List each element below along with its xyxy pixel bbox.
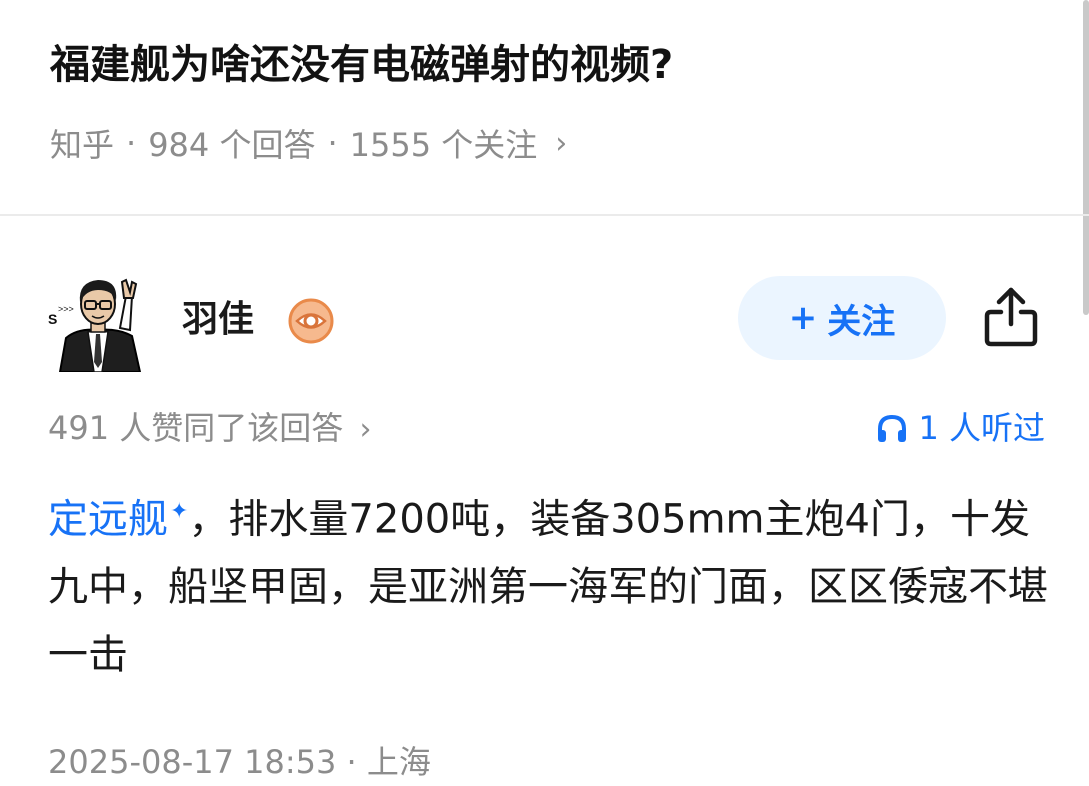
meta-separator: · bbox=[126, 124, 137, 162]
avatar[interactable]: S >>> bbox=[48, 268, 148, 373]
chevron-right-icon: › bbox=[555, 125, 568, 161]
sparkle-icon: ✦ bbox=[170, 499, 189, 524]
listened-text: 1 人听过 bbox=[918, 409, 1045, 447]
plus-icon: + bbox=[788, 298, 818, 338]
source-label: 知乎 bbox=[50, 126, 115, 164]
scrollbar[interactable] bbox=[1083, 0, 1089, 315]
answer-count: 984 个回答 bbox=[148, 126, 316, 164]
follow-button[interactable]: + 关注 bbox=[738, 276, 946, 360]
keyword-link[interactable]: 定远舰 bbox=[48, 496, 168, 542]
headphones-icon bbox=[878, 414, 907, 442]
svg-text:>>>: >>> bbox=[58, 304, 74, 314]
chevron-right-icon: › bbox=[359, 412, 372, 447]
svg-text:S: S bbox=[48, 311, 57, 327]
eye-badge-icon[interactable] bbox=[288, 298, 334, 344]
author-name[interactable]: 羽佳 bbox=[182, 296, 254, 344]
follower-count: 1555 个关注 bbox=[349, 126, 538, 164]
divider bbox=[0, 214, 1089, 216]
question-meta[interactable]: 知乎 · 984 个回答 · 1555 个关注 › bbox=[50, 118, 567, 168]
question-title[interactable]: 福建舰为啥还没有电磁弹射的视频? bbox=[50, 30, 1030, 100]
likes-link[interactable]: 491 人赞同了该回答 › bbox=[48, 404, 371, 454]
share-icon[interactable] bbox=[983, 286, 1039, 348]
likes-text: 491 人赞同了该回答 bbox=[48, 409, 344, 447]
answer-body[interactable]: 定远舰✦，排水量7200吨，装备305mm主炮4门，十发九中，船坚甲固，是亚洲第… bbox=[48, 478, 1048, 689]
answer-footer-meta: 2025-08-17 18:53 · 上海 bbox=[48, 743, 431, 781]
follow-label: 关注 bbox=[827, 301, 896, 342]
cartoon-avatar-icon: S >>> bbox=[48, 278, 142, 373]
answer-text: ，排水量7200吨，装备305mm主炮4门，十发九中，船坚甲固，是亚洲第一海军的… bbox=[48, 496, 1048, 679]
listened-link[interactable]: 1 人听过 bbox=[876, 404, 1045, 452]
meta-separator: · bbox=[327, 124, 338, 162]
